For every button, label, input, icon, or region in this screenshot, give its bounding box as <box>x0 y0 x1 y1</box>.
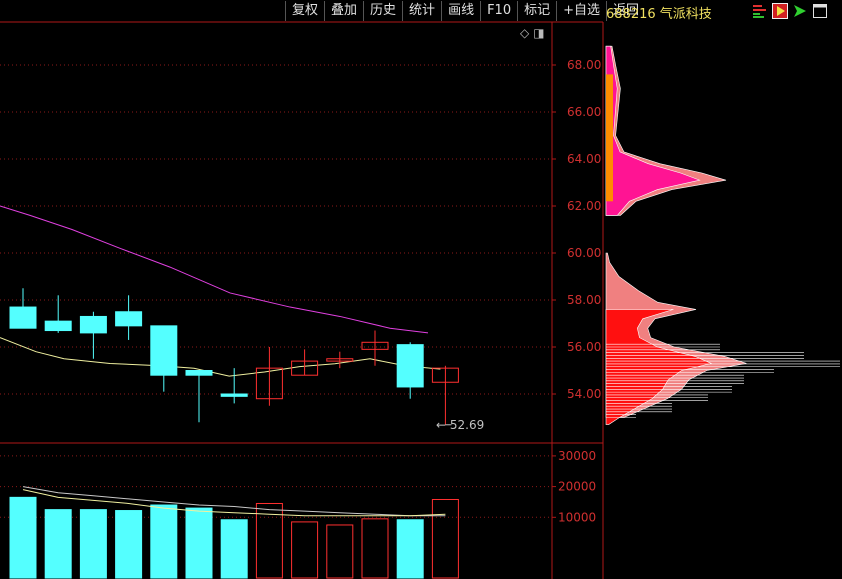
toolbar-button-7[interactable]: +自选 <box>556 1 606 21</box>
volume-bar <box>79 509 107 579</box>
toolbar-button-5[interactable]: F10 <box>480 1 517 21</box>
small-icons: ◇ ◨ <box>520 26 545 40</box>
candle-body <box>9 306 37 329</box>
volume-bar <box>150 504 178 579</box>
window-icon[interactable] <box>812 3 828 19</box>
volume-bar <box>291 521 319 579</box>
toolbar: 复权 叠加 历史 统计 画线 F10 标记 +自选 返回 <box>285 0 645 22</box>
toolbar-button-6[interactable]: 标记 <box>517 1 556 21</box>
ma-short-line <box>0 337 441 377</box>
candle-body <box>115 311 143 327</box>
stock-code: 688216 <box>606 7 656 22</box>
candle-body <box>79 315 107 334</box>
price-tick-label: 58.00 <box>567 293 601 307</box>
candle-body <box>44 320 72 332</box>
low-price-label: ← 52.69 <box>436 418 485 432</box>
volume-bar <box>396 519 424 579</box>
chip-distribution-icon[interactable] <box>752 3 768 19</box>
chart-canvas: 54.00 56.00 58.00 60.00 62.00 64.00 66.00 68.00… <box>0 21 840 579</box>
volume-tick-label: 20000 <box>558 480 596 494</box>
volume-bar <box>9 496 37 579</box>
volume-bar <box>326 524 354 579</box>
price-tick-label: 60.00 <box>567 246 601 260</box>
ma-long-line <box>0 205 429 334</box>
price-tick-label: 66.00 <box>567 105 601 119</box>
toolbar-button-0[interactable]: 复权 <box>285 1 324 21</box>
diamond-icon[interactable]: ◇ <box>520 26 529 40</box>
toolbar-button-3[interactable]: 统计 <box>402 1 441 21</box>
toolbar-button-2[interactable]: 历史 <box>363 1 402 21</box>
candle-body <box>220 393 248 397</box>
stock-title: 688216 气派科技 <box>606 3 712 22</box>
toolbar-button-4[interactable]: 画线 <box>441 1 480 21</box>
volume-bar <box>185 507 213 579</box>
volume-bar <box>115 510 143 579</box>
price-tick-label: 68.00 <box>567 58 601 72</box>
chip-cost-bar <box>606 74 613 202</box>
candle-body <box>396 344 424 388</box>
price-tick-label: 62.00 <box>567 199 601 213</box>
volume-bar <box>431 498 459 579</box>
volume-bar <box>44 509 72 579</box>
arrow-icon[interactable] <box>792 3 808 19</box>
play-icon[interactable] <box>772 3 788 19</box>
toolbar-button-1[interactable]: 叠加 <box>324 1 363 21</box>
candle-body <box>150 325 178 376</box>
stock-name: 气派科技 <box>659 7 712 22</box>
low-price-value: 52.69 <box>449 418 485 432</box>
price-tick-label: 64.00 <box>567 152 601 166</box>
price-tick-label: 54.00 <box>567 387 601 401</box>
volume-bar <box>220 519 248 579</box>
candle-body <box>185 370 213 376</box>
right-icons <box>752 3 828 19</box>
volume-tick-label: 10000 <box>558 510 596 524</box>
chip-upper-fill <box>605 45 701 216</box>
volume-bar <box>361 518 389 579</box>
price-tick-label: 56.00 <box>567 340 601 354</box>
panel-toggle-icon[interactable]: ◨ <box>533 26 544 40</box>
volume-tick-label: 30000 <box>558 449 596 463</box>
